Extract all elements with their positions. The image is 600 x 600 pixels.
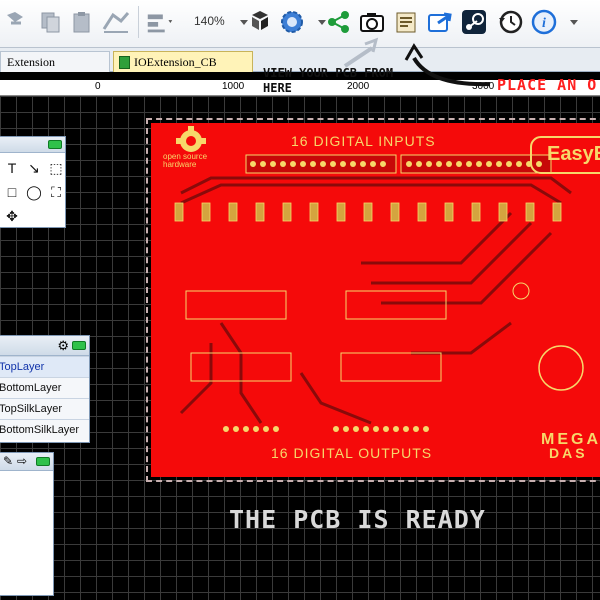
bottom-header-pads xyxy=(223,426,429,432)
align-icon[interactable] xyxy=(144,6,176,38)
layer-item-bottomsilklayer[interactable]: BottomSilkLayer xyxy=(0,419,89,440)
copy-icon[interactable] xyxy=(34,6,66,38)
components-icon[interactable] xyxy=(244,6,276,38)
steam-icon[interactable] xyxy=(458,6,490,38)
tools-panel: T ↘ ⬚ □ ◯ ⛶ ✥ xyxy=(0,136,66,228)
share-icon[interactable] xyxy=(322,6,354,38)
easyeda-editor-window: 140% i Extension IOExtension_CB 0 1000 2… xyxy=(0,0,600,600)
oshw-text: open source hardware xyxy=(163,152,208,169)
board-bottom-label: 16 DIGITAL OUTPUTS xyxy=(271,445,433,461)
layer-item-topsilklayer[interactable]: TopSilkLayer xyxy=(0,398,89,419)
pcb-ready-annotation: THE PCB IS READY xyxy=(229,505,486,534)
easyeda-brand-text: EasyE xyxy=(547,143,600,165)
place-order-icon[interactable] xyxy=(390,6,422,38)
ellipse-tool-icon[interactable]: ◯ xyxy=(23,181,45,203)
tools-panel-header xyxy=(0,137,65,153)
text-tool-icon[interactable]: T xyxy=(1,157,23,179)
help-info-icon[interactable]: i xyxy=(528,6,560,38)
layer-label: BottomSilkLayer xyxy=(0,424,80,436)
properties-panel: ✎ ⇨ xyxy=(0,452,54,596)
line-tool-icon[interactable]: ↘ xyxy=(23,157,45,179)
tab-extension[interactable]: Extension xyxy=(0,51,110,72)
zoom-level[interactable]: 140% xyxy=(194,14,225,28)
svg-text:i: i xyxy=(542,16,546,31)
layers-panel: ⚙ TopLayer BottomLayer TopSilkLayer Bott… xyxy=(0,335,90,443)
history-icon[interactable] xyxy=(494,6,526,38)
help-dropdown-icon[interactable] xyxy=(558,6,590,38)
ruler-tick-label: 0 xyxy=(95,81,101,92)
tab-label: IOExtension_CB xyxy=(134,55,217,69)
edit-pencil-icon[interactable]: ✎ xyxy=(3,454,13,468)
layer-label: TopLayer xyxy=(0,361,45,373)
layers-panel-header: ⚙ xyxy=(0,336,89,356)
panel-toggle-icon[interactable] xyxy=(72,341,86,350)
pcb-document-icon xyxy=(119,56,130,69)
pcb-board[interactable]: 16 DIGITAL INPUTS 16 DIGITAL OUTPUTS ope… xyxy=(146,118,600,482)
diode-outline xyxy=(512,282,530,300)
mounting-hole xyxy=(538,345,584,391)
ruler-tick-label: 1000 xyxy=(222,81,245,92)
rectangle-tool-icon[interactable]: □ xyxy=(1,181,23,203)
view-pcb-annotation: VIEW YOUR PCB FROM HERE xyxy=(263,66,394,95)
panel-toggle-icon[interactable] xyxy=(48,140,62,149)
toolbar-separator xyxy=(138,6,139,38)
paste-icon[interactable] xyxy=(66,6,98,38)
move-tool-icon[interactable]: ✥ xyxy=(1,205,23,227)
layer-label: TopSilkLayer xyxy=(0,403,62,415)
oshw-gear-logo xyxy=(176,126,206,152)
main-toolbar: 140% i xyxy=(0,0,600,48)
navigate-arrow-icon[interactable]: ⇨ xyxy=(17,454,27,468)
export-icon[interactable] xyxy=(424,6,456,38)
board-top-label: 16 DIGITAL INPUTS xyxy=(291,133,436,149)
settings-gear-icon[interactable] xyxy=(276,6,308,38)
undo-icon[interactable] xyxy=(0,6,32,38)
board-artwork xyxy=(174,126,600,432)
place-order-annotation: PLACE AN O xyxy=(497,76,598,94)
layer-label: BottomLayer xyxy=(0,382,62,394)
layers-settings-gear-icon[interactable]: ⚙ xyxy=(57,338,69,354)
copper-traces xyxy=(179,176,572,425)
tab-ioextension-cb[interactable]: IOExtension_CB xyxy=(113,51,253,72)
tab-label: Extension xyxy=(7,55,55,69)
camera-photo-view-icon[interactable] xyxy=(356,6,388,38)
dash-text: DAS xyxy=(549,445,588,461)
ruler-tick-label: 3000 xyxy=(472,81,495,92)
layer-item-bottomlayer[interactable]: BottomLayer xyxy=(0,377,89,398)
resistor-array xyxy=(174,202,562,222)
layer-item-toplayer[interactable]: TopLayer xyxy=(0,356,89,377)
panel-toggle-icon[interactable] xyxy=(36,457,50,466)
route-icon[interactable] xyxy=(100,6,132,38)
select-tool-icon[interactable]: ⛶ xyxy=(45,181,67,203)
polygon-tool-icon[interactable]: ⬚ xyxy=(45,157,67,179)
properties-panel-header: ✎ ⇨ xyxy=(0,453,53,471)
